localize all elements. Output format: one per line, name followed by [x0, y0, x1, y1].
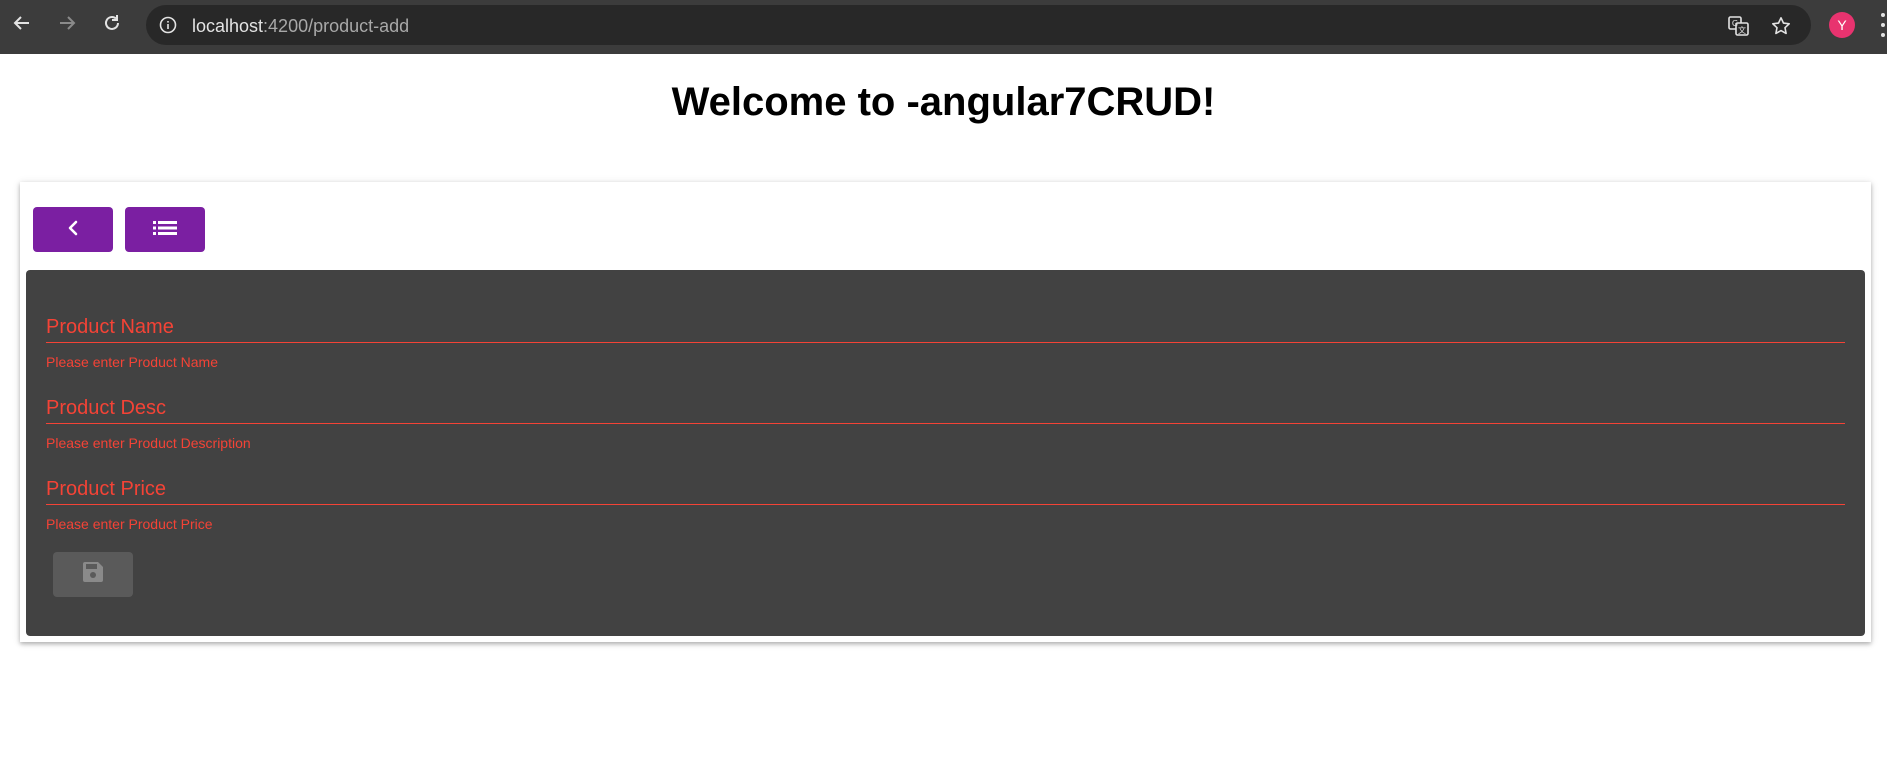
save-icon — [81, 560, 105, 589]
address-bar[interactable]: localhost:4200/product-add 文G — [146, 5, 1811, 45]
product-price-label: Product Price — [46, 478, 167, 500]
product-list-button[interactable] — [125, 207, 205, 252]
reload-icon[interactable] — [100, 11, 124, 35]
product-name-underline — [46, 342, 1845, 343]
browser-menu-icon[interactable] — [1879, 13, 1887, 37]
profile-avatar[interactable]: Y — [1829, 12, 1855, 38]
chevron-left-icon — [66, 220, 80, 239]
product-name-label: Product Name — [46, 316, 174, 338]
translate-icon[interactable]: 文G — [1728, 15, 1750, 37]
product-add-card: Product Name Please enter Product Name P… — [20, 182, 1871, 642]
back-button[interactable] — [33, 207, 113, 252]
bookmark-star-icon[interactable] — [1770, 15, 1792, 37]
forward-arrow-icon[interactable] — [55, 11, 79, 35]
profile-initial: Y — [1837, 17, 1847, 33]
url-host: localhost — [192, 16, 264, 36]
url-path: :4200/product-add — [263, 16, 410, 36]
browser-toolbar: localhost:4200/product-add 文G Y — [0, 0, 1887, 54]
page-title: Welcome to -angular7CRUD! — [671, 80, 1216, 124]
product-price-underline — [46, 504, 1845, 505]
list-icon — [153, 220, 177, 239]
url-text[interactable]: localhost:4200/product-add — [192, 16, 409, 37]
save-button[interactable] — [53, 552, 133, 597]
product-form: Product Name Please enter Product Name P… — [26, 270, 1865, 636]
back-arrow-icon[interactable] — [10, 11, 34, 35]
product-desc-underline — [46, 423, 1845, 424]
product-price-error: Please enter Product Price — [46, 516, 213, 532]
svg-text:文: 文 — [1738, 25, 1746, 35]
svg-text:G: G — [1732, 19, 1738, 28]
product-name-error: Please enter Product Name — [46, 354, 218, 370]
product-desc-label: Product Desc — [46, 397, 167, 419]
product-desc-error: Please enter Product Description — [46, 435, 251, 451]
site-info-icon[interactable] — [158, 15, 178, 35]
